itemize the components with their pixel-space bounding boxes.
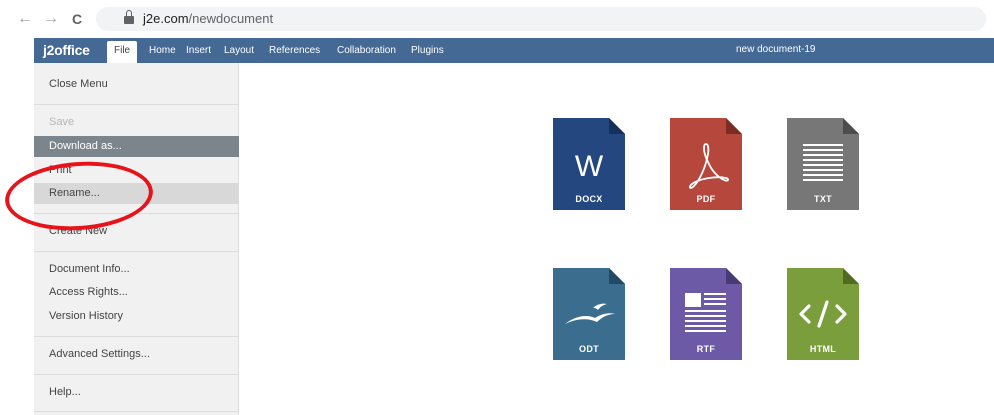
document-title: new document-19: [736, 44, 816, 55]
menu-divider: [34, 251, 239, 252]
menu-divider: [34, 374, 239, 375]
format-label: PDF: [696, 194, 716, 204]
app-menubar: j2office File Home Insert Layout Referen…: [34, 38, 994, 63]
format-label: DOCX: [575, 194, 603, 204]
tab-home[interactable]: Home: [142, 38, 183, 63]
menu-item-save: Save: [49, 116, 75, 128]
file-menu-panel: Close Menu Save Download as... Print Ren…: [34, 63, 239, 415]
menu-item-document-info[interactable]: Document Info...: [34, 259, 239, 280]
menu-item-download-as[interactable]: Download as...: [34, 136, 239, 157]
url-path: /newdocument: [188, 11, 274, 26]
format-pdf-button[interactable]: PDF: [670, 118, 742, 210]
tab-references[interactable]: References: [262, 38, 327, 63]
screen: ← → C j2e.com/newdocument j2office File …: [0, 0, 994, 415]
format-docx-button[interactable]: W DOCX: [553, 118, 625, 210]
format-label: ODT: [579, 344, 599, 354]
menu-item-version-history[interactable]: Version History: [34, 306, 239, 327]
lock-icon: [124, 10, 134, 24]
app-logo: j2office: [43, 42, 90, 58]
format-odt-button[interactable]: ODT: [553, 268, 625, 360]
tab-insert[interactable]: Insert: [179, 38, 218, 63]
format-label: RTF: [696, 344, 716, 354]
url-text: j2e.com/newdocument: [143, 11, 273, 27]
format-rtf-button[interactable]: RTF: [670, 268, 742, 360]
reload-icon[interactable]: C: [68, 10, 86, 28]
menu-item-advanced-settings[interactable]: Advanced Settings...: [34, 344, 239, 365]
tab-collaboration[interactable]: Collaboration: [330, 38, 403, 63]
address-bar[interactable]: j2e.com/newdocument: [96, 7, 986, 31]
url-domain: j2e.com: [143, 11, 189, 26]
menu-item-access-rights[interactable]: Access Rights...: [34, 282, 239, 303]
menu-divider: [34, 411, 239, 412]
tab-layout[interactable]: Layout: [217, 38, 261, 63]
svg-text:W: W: [575, 150, 604, 183]
tab-plugins[interactable]: Plugins: [404, 38, 451, 63]
menu-divider: [34, 104, 239, 105]
menu-item-help[interactable]: Help...: [34, 382, 239, 403]
format-txt-button[interactable]: TXT: [787, 118, 859, 210]
format-html-button[interactable]: HTML: [787, 268, 859, 360]
forward-arrow-icon[interactable]: →: [42, 10, 60, 28]
format-label: TXT: [814, 194, 832, 204]
tab-file[interactable]: File: [107, 41, 138, 63]
back-arrow-icon[interactable]: ←: [16, 10, 34, 28]
menu-item-close-menu[interactable]: Close Menu: [34, 74, 239, 95]
browser-toolbar: ← → C j2e.com/newdocument: [0, 0, 994, 38]
format-label: HTML: [809, 344, 837, 354]
menu-divider: [34, 336, 239, 337]
